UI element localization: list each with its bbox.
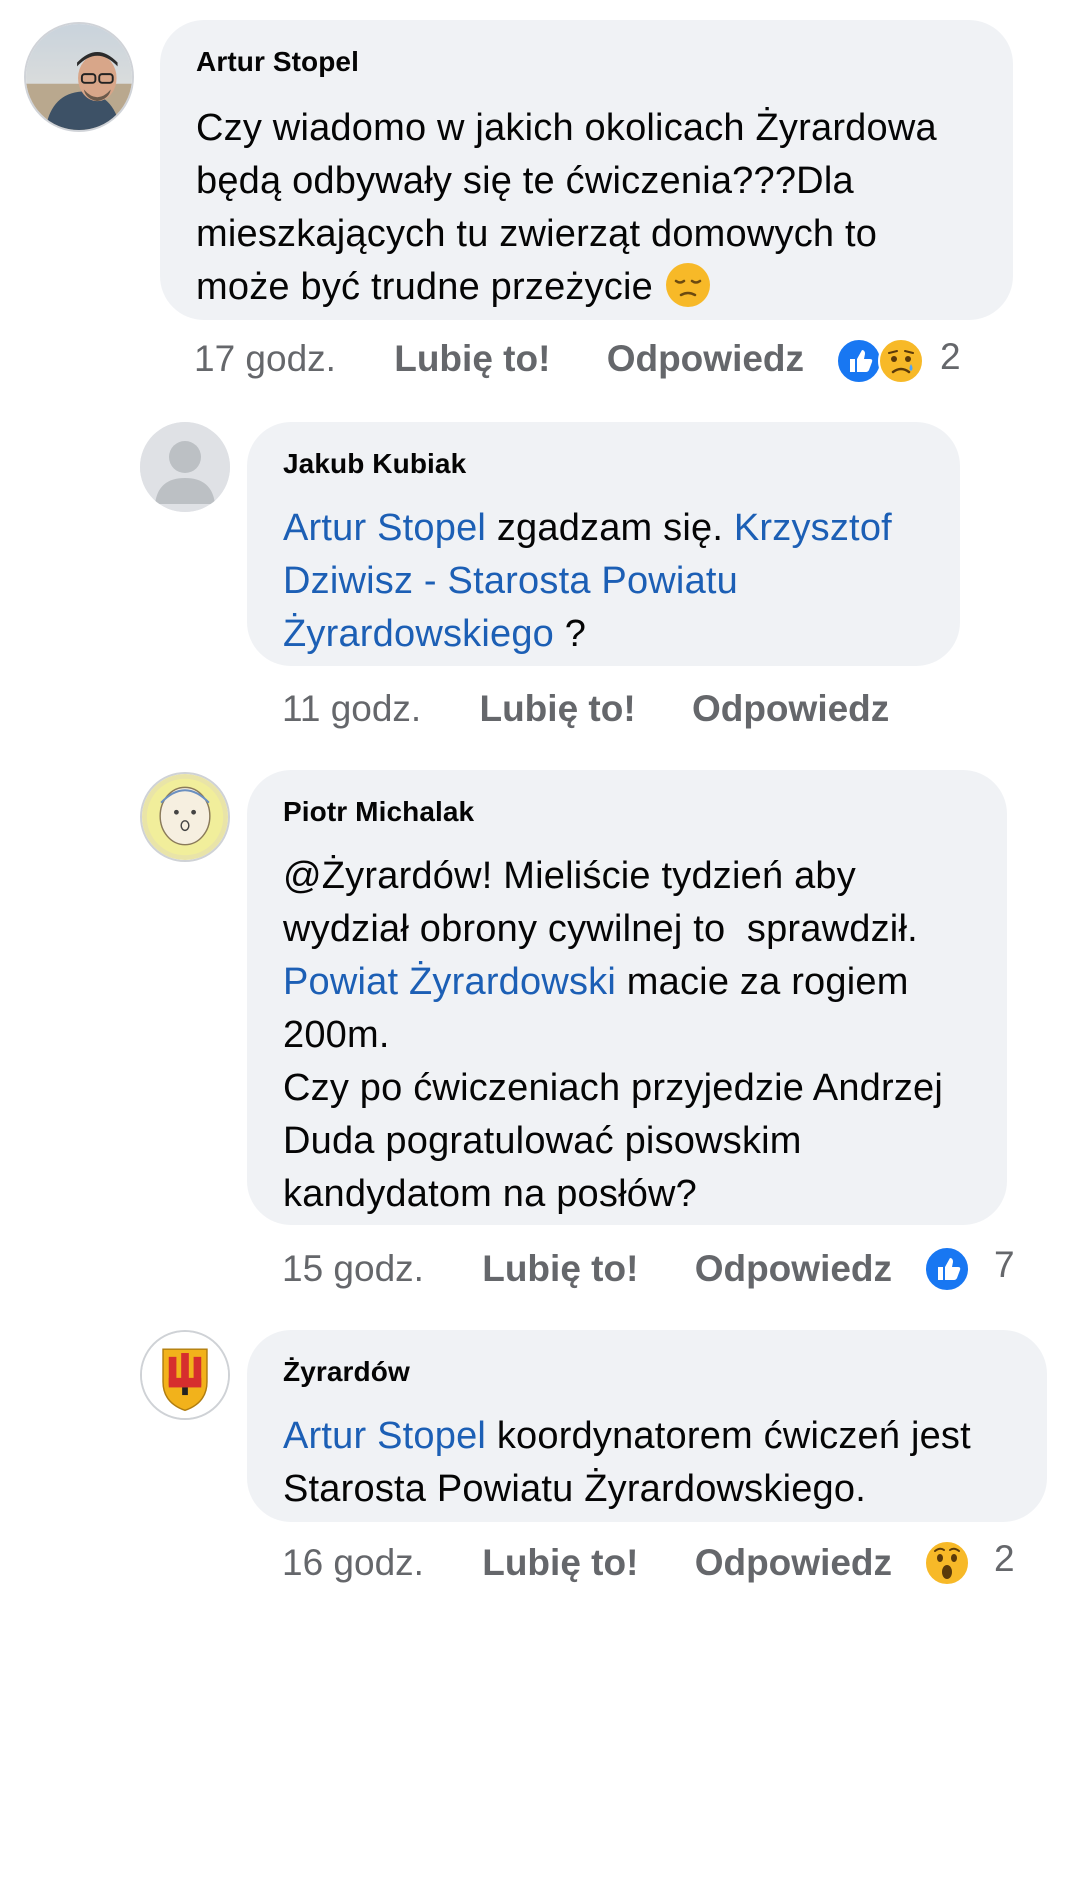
pensive-face-emoji-icon	[664, 261, 712, 309]
comment-line: może być trudne przeżycie	[196, 261, 937, 314]
comment-meta: 15 godz. Lubię to! Odpowiedz	[282, 1248, 892, 1290]
like-button[interactable]: Lubię to!	[394, 338, 550, 379]
comment-author[interactable]: Żyrardów	[283, 1356, 410, 1388]
mention-link[interactable]: Artur Stopel	[283, 1415, 486, 1457]
reaction-count[interactable]: 2	[940, 336, 961, 378]
comment-bubble: Artur Stopel Czy wiadomo w jakich okolic…	[160, 20, 1013, 320]
avatar-artur-stopel[interactable]	[24, 22, 134, 132]
comment-bubble: Żyrardów Artur Stopel koordynatorem ćwic…	[247, 1330, 1047, 1522]
reaction-count[interactable]: 2	[994, 1538, 1015, 1580]
drawn-face-avatar-icon	[142, 774, 228, 860]
comment-timestamp[interactable]: 11 godz.	[282, 688, 421, 729]
comment-line: kandydatom na posłów?	[283, 1173, 698, 1215]
comment-line: Starosta Powiatu Żyrardowskiego.	[283, 1468, 866, 1510]
comment-line: mieszkających tu zwierząt domowych to	[196, 213, 878, 255]
comment-line: Czy wiadomo w jakich okolicach Żyrardowa	[196, 107, 937, 149]
comment-line: @Żyrardów! Mieliście tydzień aby	[283, 855, 856, 897]
comment-author[interactable]: Jakub Kubiak	[283, 448, 466, 480]
comment-text: Artur Stopel zgadzam się. Krzysztof Dziw…	[283, 502, 892, 661]
sad-reaction-icon[interactable]	[878, 338, 924, 384]
comment-meta: 11 godz. Lubię to! Odpowiedz	[282, 688, 889, 730]
comment-line: Powiat Żyrardowski macie za rogiem	[283, 961, 909, 1003]
mention-link[interactable]: Żyrardowskiego	[283, 613, 554, 655]
comment-line: Żyrardowskiego ?	[283, 613, 587, 655]
avatar-zyrardow[interactable]	[140, 1330, 230, 1420]
like-reaction-icon[interactable]	[836, 338, 882, 384]
like-reaction-icon[interactable]	[924, 1246, 970, 1292]
reply-button[interactable]: Odpowiedz	[607, 338, 804, 379]
comment-timestamp[interactable]: 17 godz.	[194, 338, 336, 379]
mention-link[interactable]: Powiat Żyrardowski	[283, 961, 616, 1003]
comment-author[interactable]: Piotr Michalak	[283, 796, 474, 828]
comment-text: Czy wiadomo w jakich okolicach Żyrardowa…	[196, 102, 937, 314]
like-button[interactable]: Lubię to!	[482, 1248, 638, 1289]
comment-meta: 16 godz. Lubię to! Odpowiedz	[282, 1542, 892, 1584]
reply-button[interactable]: Odpowiedz	[695, 1542, 892, 1583]
reply-button[interactable]: Odpowiedz	[692, 688, 889, 729]
avatar-jakub-kubiak[interactable]	[140, 422, 230, 512]
comment-meta: 17 godz. Lubię to! Odpowiedz	[194, 338, 804, 380]
comment-line: Artur Stopel zgadzam się. Krzysztof	[283, 507, 892, 549]
comment-text: @Żyrardów! Mieliście tydzień aby wydział…	[283, 850, 943, 1221]
like-button[interactable]: Lubię to!	[482, 1542, 638, 1583]
avatar-piotr-michalak[interactable]	[140, 772, 230, 862]
comment-bubble: Jakub Kubiak Artur Stopel zgadzam się. K…	[247, 422, 960, 666]
comment-author[interactable]: Artur Stopel	[196, 46, 359, 78]
reaction-count[interactable]: 7	[994, 1244, 1015, 1286]
comment-line: Dziwisz - Starosta Powiatu	[283, 555, 892, 608]
mention-link[interactable]: Artur Stopel	[283, 507, 486, 549]
mention-link[interactable]: Dziwisz - Starosta Powiatu	[283, 560, 738, 602]
coat-of-arms-icon	[142, 1332, 228, 1418]
avatar-photo-icon	[26, 24, 132, 130]
default-user-icon	[140, 422, 230, 512]
comment-timestamp[interactable]: 16 godz.	[282, 1542, 424, 1583]
mention-link[interactable]: Krzysztof	[734, 507, 892, 549]
comment-bubble: Piotr Michalak @Żyrardów! Mieliście tydz…	[247, 770, 1007, 1225]
comment-timestamp[interactable]: 15 godz.	[282, 1248, 424, 1289]
comment-line: wydział obrony cywilnej to sprawdził.	[283, 908, 918, 950]
wow-reaction-icon[interactable]	[924, 1540, 970, 1586]
comment-line: będą odbywały się te ćwiczenia???Dla	[196, 160, 854, 202]
comment-line: 200m.	[283, 1014, 390, 1056]
comment-text: Artur Stopel koordynatorem ćwiczeń jest …	[283, 1410, 971, 1516]
like-button[interactable]: Lubię to!	[479, 688, 635, 729]
comment-line: Artur Stopel koordynatorem ćwiczeń jest	[283, 1415, 971, 1457]
comment-line: Czy po ćwiczeniach przyjedzie Andrzej	[283, 1067, 944, 1109]
comment-line: Duda pogratulować pisowskim	[283, 1120, 802, 1162]
reply-button[interactable]: Odpowiedz	[695, 1248, 892, 1289]
